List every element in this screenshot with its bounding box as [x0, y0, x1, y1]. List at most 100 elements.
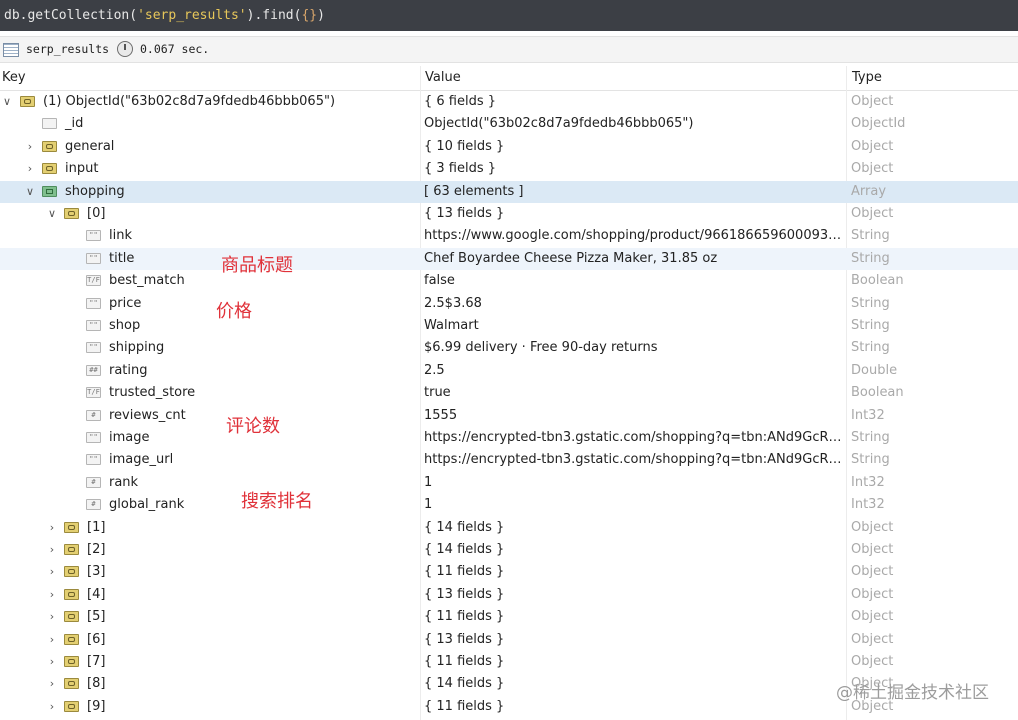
column-header: Key Value Type	[0, 66, 1018, 91]
field-key: image	[109, 430, 150, 445]
collection-name: serp_results	[26, 42, 110, 56]
object-icon	[64, 544, 79, 555]
field-key: link	[109, 228, 132, 243]
field-value: { 14 fields }	[424, 542, 505, 557]
field-value: { 13 fields }	[424, 587, 505, 602]
field-value: https://encrypted-tbn3.gstatic.com/shopp…	[424, 430, 842, 445]
object-icon	[64, 656, 79, 667]
field-type: Object	[851, 520, 894, 535]
field-type: String	[851, 251, 890, 266]
field-type: String	[851, 318, 890, 333]
field-value: 1	[424, 475, 433, 490]
field-value: 2.5$3.68	[424, 296, 482, 311]
field-value: $6.99 delivery · Free 90-day returns	[424, 340, 658, 355]
field-key: _id	[65, 116, 84, 131]
command-prefix: db.getCollection(	[4, 8, 138, 23]
tree-row[interactable]: ∨ shopping [ 63 elements ] Array	[0, 181, 1018, 203]
string-icon: ""	[86, 454, 101, 465]
field-value: 1	[424, 497, 433, 512]
object-icon	[20, 96, 35, 107]
expand-arrow-icon[interactable]: ›	[46, 517, 58, 539]
field-key: title	[109, 251, 135, 266]
field-key: [9]	[87, 699, 106, 714]
expand-arrow-icon[interactable]: ›	[46, 561, 58, 583]
expand-arrow-icon[interactable]: ›	[46, 606, 58, 628]
field-value: Walmart	[424, 318, 479, 333]
object-icon	[64, 208, 79, 219]
expand-arrow-icon[interactable]: ›	[46, 696, 58, 718]
field-key: [3]	[87, 564, 106, 579]
tree-row[interactable]: # rank 1 Int32	[0, 472, 1018, 494]
tree-row[interactable]: T/F trusted_store true Boolean	[0, 382, 1018, 404]
field-type: Object	[851, 564, 894, 579]
object-icon	[42, 163, 57, 174]
field-value: { 11 fields }	[424, 609, 505, 624]
expand-arrow-icon[interactable]: ›	[46, 584, 58, 606]
object-icon	[64, 522, 79, 533]
expand-arrow-icon[interactable]: ›	[46, 539, 58, 561]
tree-row[interactable]: "" shipping $6.99 delivery · Free 90-day r…	[0, 337, 1018, 359]
tree-row[interactable]: › [7] { 11 fields } Object	[0, 651, 1018, 673]
field-type: Boolean	[851, 273, 904, 288]
objectid-icon	[42, 118, 57, 129]
tree-row[interactable]: "" shop Walmart String	[0, 315, 1018, 337]
field-value: false	[424, 273, 455, 288]
field-type: ObjectId	[851, 116, 906, 131]
field-key: [2]	[87, 542, 106, 557]
expand-arrow-icon[interactable]: ›	[46, 673, 58, 695]
field-type: String	[851, 296, 890, 311]
tree-row[interactable]: › [3] { 11 fields } Object	[0, 561, 1018, 583]
command-query: {}	[301, 8, 318, 23]
field-value: true	[424, 385, 451, 400]
field-key: [7]	[87, 654, 106, 669]
expand-arrow-icon[interactable]: ›	[46, 629, 58, 651]
tree-row[interactable]: › [2] { 14 fields } Object	[0, 539, 1018, 561]
expand-arrow-icon[interactable]: ›	[24, 158, 36, 180]
field-key: image_url	[109, 452, 174, 467]
double-icon: ##	[86, 365, 101, 376]
query-time: 0.067 sec.	[140, 42, 210, 56]
tree-row[interactable]: "" price 2.5$3.68 String	[0, 293, 1018, 315]
field-type: Object	[851, 94, 894, 109]
tree-row[interactable]: "" title Chef Boyardee Cheese Pizza Maker,…	[0, 248, 1018, 270]
field-type: Int32	[851, 475, 885, 490]
tree-row[interactable]: ∨ [0] { 13 fields } Object	[0, 203, 1018, 225]
field-key: input	[65, 161, 99, 176]
string-icon: ""	[86, 230, 101, 241]
collapse-arrow-icon[interactable]: ∨	[24, 181, 36, 203]
string-icon: ""	[86, 298, 101, 309]
int32-icon: #	[86, 410, 101, 421]
tree-row[interactable]: › general { 10 fields } Object	[0, 136, 1018, 158]
field-value: { 14 fields }	[424, 676, 505, 691]
result-info-bar: serp_results 0.067 sec.	[0, 36, 1018, 63]
tree-row[interactable]: › input { 3 fields } Object	[0, 158, 1018, 180]
tree-row[interactable]: ## rating 2.5 Double	[0, 360, 1018, 382]
field-key: (1) ObjectId("63b02c8d7a9fdedb46bbb065")	[43, 94, 336, 109]
tree-row[interactable]: › [4] { 13 fields } Object	[0, 584, 1018, 606]
tree-row[interactable]: › [1] { 14 fields } Object	[0, 517, 1018, 539]
object-icon	[64, 678, 79, 689]
tree-row[interactable]: # global_rank 1 Int32	[0, 494, 1018, 516]
field-value: ObjectId("63b02c8d7a9fdedb46bbb065")	[424, 116, 694, 131]
query-command-bar[interactable]: db.getCollection('serp_results').find({}…	[0, 0, 1018, 31]
header-value[interactable]: Value	[425, 70, 461, 85]
tree-row[interactable]: "" image_url https://encrypted-tbn3.gstati…	[0, 449, 1018, 471]
tree-row[interactable]: _id ObjectId("63b02c8d7a9fdedb46bbb065") O…	[0, 113, 1018, 135]
tree-row[interactable]: # reviews_cnt 1555 Int32	[0, 405, 1018, 427]
header-key[interactable]: Key	[2, 70, 26, 85]
expand-arrow-icon[interactable]: ›	[46, 651, 58, 673]
collapse-arrow-icon[interactable]: ∨	[46, 203, 58, 225]
expand-arrow-icon[interactable]: ›	[24, 136, 36, 158]
tree-row[interactable]: "" image https://encrypted-tbn3.gstatic.co…	[0, 427, 1018, 449]
field-value: { 11 fields }	[424, 564, 505, 579]
collapse-arrow-icon[interactable]: ∨	[1, 91, 13, 113]
tree-row[interactable]: T/F best_match false Boolean	[0, 270, 1018, 292]
field-type: Object	[851, 632, 894, 647]
watermark: @稀土掘金技术社区	[836, 683, 989, 703]
header-type[interactable]: Type	[852, 70, 882, 85]
tree-row[interactable]: › [6] { 13 fields } Object	[0, 629, 1018, 651]
tree-row[interactable]: › [5] { 11 fields } Object	[0, 606, 1018, 628]
field-key: [4]	[87, 587, 106, 602]
tree-row[interactable]: "" link https://www.google.com/shopping/pr…	[0, 225, 1018, 247]
tree-row[interactable]: ∨ (1) ObjectId("63b02c8d7a9fdedb46bbb065"…	[0, 91, 1018, 113]
